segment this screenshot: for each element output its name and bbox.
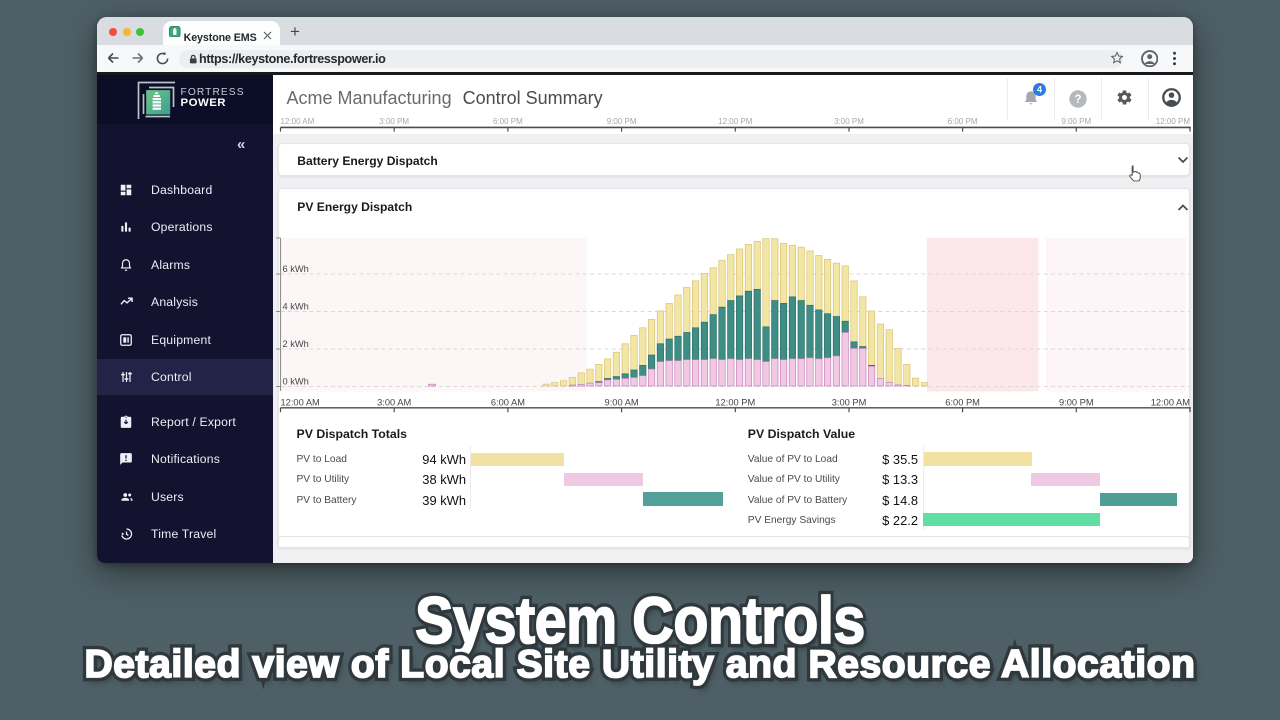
- svg-text:9:00 AM: 9:00 AM: [605, 398, 639, 408]
- svg-text:12:00 PM: 12:00 PM: [1156, 117, 1191, 126]
- svg-text:9:00 PM: 9:00 PM: [1059, 398, 1094, 408]
- svg-text:4 kWh: 4 kWh: [283, 301, 309, 311]
- svg-text:9:00 PM: 9:00 PM: [1061, 117, 1091, 126]
- svg-text:12:00 PM: 12:00 PM: [715, 398, 755, 408]
- svg-text:3:00 PM: 3:00 PM: [379, 117, 409, 126]
- svg-text:6:00 AM: 6:00 AM: [491, 398, 525, 408]
- svg-text:6 kWh: 6 kWh: [283, 264, 309, 274]
- svg-text:2 kWh: 2 kWh: [283, 339, 309, 349]
- svg-text:12:00 AM: 12:00 AM: [281, 398, 320, 408]
- svg-text:4: 4: [1037, 85, 1042, 95]
- svg-text:?: ?: [1075, 94, 1082, 106]
- svg-text:12:00 AM: 12:00 AM: [1151, 398, 1190, 408]
- svg-text:6:00 PM: 6:00 PM: [945, 398, 980, 408]
- svg-text:12:00 AM: 12:00 AM: [281, 117, 315, 126]
- svg-text:12:00 PM: 12:00 PM: [718, 117, 753, 126]
- svg-text:6:00 PM: 6:00 PM: [493, 117, 523, 126]
- svg-text:3:00 PM: 3:00 PM: [832, 398, 867, 408]
- svg-text:3:00 AM: 3:00 AM: [377, 398, 411, 408]
- svg-text:3:00 PM: 3:00 PM: [834, 117, 864, 126]
- svg-text:6:00 PM: 6:00 PM: [948, 117, 978, 126]
- svg-text:0 kWh: 0 kWh: [283, 376, 309, 386]
- svg-text:9:00 PM: 9:00 PM: [607, 117, 637, 126]
